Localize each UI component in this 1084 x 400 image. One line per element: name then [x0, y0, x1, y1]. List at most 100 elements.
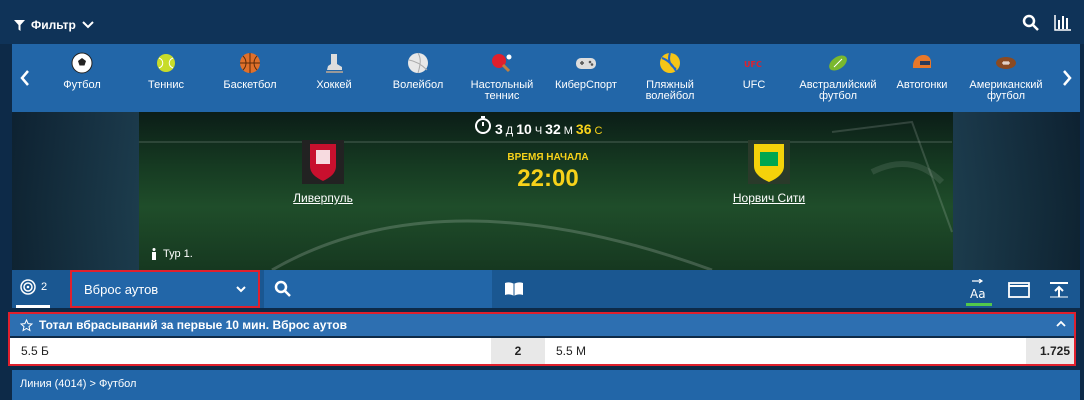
- home-team: Ливерпуль: [268, 140, 378, 205]
- basketball-icon: [240, 53, 260, 73]
- filter-label: Фильтр: [31, 18, 76, 32]
- target-icon: [20, 279, 36, 295]
- sport-label: Автогонки: [896, 79, 948, 91]
- volleyball-icon: [408, 52, 428, 74]
- norwich-crest-icon: [748, 140, 790, 184]
- tour-label: Тур 1.: [163, 248, 193, 260]
- sport-label: Теннис: [147, 79, 184, 91]
- sports-next-arrow[interactable]: [1054, 44, 1080, 112]
- chevron-down-icon: [236, 285, 246, 292]
- market-block: Тотал вбрасываний за первые 10 мин. Вбро…: [8, 312, 1076, 366]
- racing-helmet-icon: [913, 55, 931, 68]
- banner-side-left: [12, 112, 139, 270]
- countdown-days: 3: [495, 121, 503, 137]
- american-football-icon: [996, 57, 1016, 69]
- odds-under[interactable]: 1.725: [1026, 338, 1074, 364]
- gamepad-icon: [576, 58, 596, 69]
- breadcrumb: Линия (4014) > Футбол: [12, 370, 1080, 400]
- countdown-seconds-unit: С: [594, 125, 603, 137]
- market-title: Тотал вбрасываний за первые 10 мин. Вбро…: [39, 318, 347, 332]
- away-team-name[interactable]: Норвич Сити: [714, 191, 824, 205]
- countdown-minutes: 32: [545, 121, 561, 137]
- sport-item-hockey[interactable]: Хоккей: [292, 50, 376, 108]
- start-time-label: ВРЕМЯ НАЧАЛА: [507, 152, 589, 163]
- collapse-up-icon: [1050, 282, 1068, 298]
- aussie-football-icon: [829, 55, 847, 71]
- svg-text:UFC: UFC: [744, 60, 762, 69]
- search-icon: [274, 280, 291, 297]
- countdown-days-unit: Д: [505, 125, 514, 137]
- market-header[interactable]: Тотал вбрасываний за первые 10 мин. Вбро…: [10, 314, 1074, 336]
- svg-text:Aa: Aa: [970, 287, 986, 301]
- tour-info: Тур 1.: [150, 248, 193, 260]
- sport-item-football[interactable]: Футбол: [40, 50, 124, 108]
- sport-item-basketball[interactable]: Баскетбол: [208, 50, 292, 108]
- countdown-hours-unit: Ч: [534, 125, 543, 137]
- layout-toggle[interactable]: [1006, 276, 1032, 304]
- start-time-value: 22:00: [517, 165, 579, 192]
- markets-count-tab[interactable]: 2: [15, 279, 51, 308]
- sport-item-beach-volleyball[interactable]: Пляжный волейбол: [628, 50, 712, 108]
- market-row: 5.5 Б 2 5.5 М 1.725: [10, 338, 1074, 364]
- sport-label: Футбол: [63, 79, 101, 91]
- outcome-label-over: 5.5 Б: [21, 344, 49, 358]
- away-team: Норвич Сити: [714, 140, 824, 205]
- sport-label: Волейбол: [392, 79, 444, 91]
- top-bar: Фильтр: [0, 0, 1084, 44]
- sport-label: Настольный теннис: [470, 79, 534, 102]
- filter-icon: [14, 19, 25, 31]
- ping-pong-icon: [492, 54, 512, 73]
- sport-label: Баскетбол: [223, 79, 277, 91]
- collapse-all-button[interactable]: [1046, 276, 1072, 304]
- banner-side-right: [953, 112, 1080, 270]
- sports-prev-arrow[interactable]: [12, 44, 38, 112]
- liverpool-crest-icon: [302, 140, 344, 184]
- breadcrumb-line[interactable]: Линия (4014): [20, 378, 86, 390]
- countdown-timer: 3Д 10 Ч 32 М 36 С: [474, 116, 603, 137]
- info-icon: [152, 248, 156, 260]
- sport-item-ufc[interactable]: UFC UFC: [712, 50, 796, 108]
- sport-label: Пляжный волейбол: [645, 79, 695, 102]
- beach-volleyball-icon: [660, 52, 680, 73]
- sport-label: Австралийский футбол: [799, 79, 877, 102]
- market-type-selected: Вброс аутов: [84, 281, 159, 297]
- sport-item-american-football[interactable]: Американский футбол: [964, 50, 1048, 108]
- stopwatch-icon: [475, 116, 491, 134]
- breadcrumb-sport[interactable]: Футбол: [99, 378, 137, 390]
- home-team-name[interactable]: Ливерпуль: [268, 191, 378, 205]
- sport-item-esports[interactable]: КиберСпорт: [544, 50, 628, 108]
- font-size-toggle[interactable]: Aa: [966, 276, 992, 306]
- hockey-skate-icon: [326, 54, 343, 73]
- chevron-left-icon: [20, 70, 29, 86]
- sport-item-aussie-football[interactable]: Австралийский футбол: [796, 50, 880, 108]
- chevron-down-icon: [82, 21, 94, 29]
- outcome-label-under: 5.5 М: [556, 344, 587, 358]
- sport-label: Хоккей: [316, 79, 352, 91]
- match-banner: 3Д 10 Ч 32 М 36 С Ливерпуль ВРЕМЯ НАЧАЛА 22…: [12, 112, 1080, 270]
- market-type-select[interactable]: Вброс аутов: [70, 270, 260, 308]
- sport-item-volleyball[interactable]: Волейбол: [376, 50, 460, 108]
- search-icon[interactable]: [1022, 12, 1040, 32]
- sport-label: Американский футбол: [969, 79, 1043, 102]
- countdown-minutes-unit: М: [563, 125, 573, 137]
- sport-item-table-tennis[interactable]: Настольный теннис: [460, 50, 544, 108]
- window-icon: [1008, 282, 1030, 298]
- rules-book-icon[interactable]: [504, 281, 524, 300]
- star-icon[interactable]: [20, 318, 33, 332]
- ufc-logo-icon: UFC: [744, 60, 762, 69]
- chevron-up-icon[interactable]: [1056, 317, 1066, 331]
- sport-item-tennis[interactable]: Теннис: [124, 50, 208, 108]
- stats-chart-icon[interactable]: [1054, 12, 1072, 32]
- odds-over[interactable]: 2: [491, 338, 545, 364]
- market-search[interactable]: [264, 270, 492, 308]
- breadcrumb-separator: >: [86, 378, 99, 390]
- markets-count: 2: [41, 281, 48, 293]
- sports-navigation: Футбол Теннис Баскетбол Хоккей Волейбол …: [12, 44, 1080, 112]
- sport-label: UFC: [742, 79, 766, 91]
- chevron-right-icon: [1063, 70, 1072, 86]
- text-size-icon: Aa: [970, 279, 986, 301]
- soccer-ball-icon: [71, 52, 93, 74]
- sport-item-racing[interactable]: Автогонки: [880, 50, 964, 108]
- filter-button[interactable]: Фильтр: [14, 16, 94, 34]
- countdown-seconds: 36: [575, 121, 592, 137]
